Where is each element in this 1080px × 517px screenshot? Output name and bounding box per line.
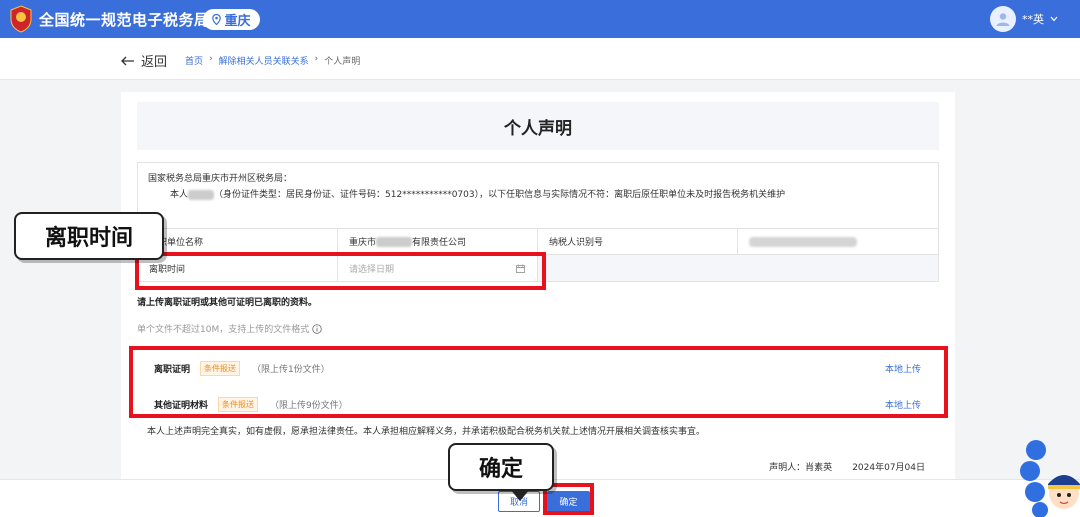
location-pin-icon xyxy=(212,14,222,25)
local-upload-button[interactable]: 本地上传 xyxy=(885,362,921,375)
employer-value: 重庆市 有限责任公司 xyxy=(338,229,538,254)
user-icon xyxy=(996,13,1010,26)
employer-prefix: 重庆市 xyxy=(349,238,377,248)
calendar-icon xyxy=(516,264,525,273)
callout-confirm: 确定 xyxy=(448,443,554,501)
file-hint: （限上传9份文件） xyxy=(270,400,348,411)
site-title: 全国统一规范电子税务局 xyxy=(39,11,210,29)
redacted-name xyxy=(188,189,215,200)
region-selector[interactable]: 重庆 xyxy=(203,9,260,30)
local-upload-button[interactable]: 本地上传 xyxy=(885,398,921,411)
redacted-company xyxy=(376,236,413,247)
declaration-date: 2024年07月04日 xyxy=(852,463,925,473)
signature-block: 声明人：肖素英 2024年07月04日 xyxy=(769,460,925,473)
breadcrumb-unbind[interactable]: 解除相关人员关联关系 xyxy=(219,54,309,67)
user-menu[interactable]: **英 xyxy=(990,6,1058,32)
statement-body: 本人 （身份证件类型：居民身份证、证件号码：512***********0703）… xyxy=(148,187,928,203)
breadcrumb-current: 个人声明 xyxy=(324,57,361,67)
arrow-left-icon xyxy=(121,56,134,65)
status-badge: 条件报送 xyxy=(218,396,259,412)
assistant-mascot[interactable] xyxy=(1018,438,1080,517)
redacted-taxid xyxy=(749,236,857,247)
declarant: 声明人：肖素英 xyxy=(769,463,833,473)
leave-time-label: 离职时间 xyxy=(138,255,338,281)
table-row: 离职时间 请选择日期 xyxy=(137,255,939,282)
breadcrumb-separator: › xyxy=(314,54,319,64)
empty-cell xyxy=(538,255,938,281)
employment-table: 任职单位名称 重庆市 有限责任公司 纳税人识别号 离职时间 请选择日期 xyxy=(137,228,939,282)
employer-suffix: 有限责任公司 xyxy=(412,238,467,248)
statement-text: 国家税务总局重庆市开州区税务局： 本人 （身份证件类型：居民身份证、证件号码：51… xyxy=(137,162,939,228)
confirm-button[interactable]: 确定 xyxy=(547,491,590,512)
tax-emblem-icon xyxy=(10,5,32,33)
file-name: 离职证明 xyxy=(154,364,191,375)
file-name: 其他证明材料 xyxy=(154,400,209,411)
upload-row-other-proof: 其他证明材料 条件报送 （限上传9份文件） 本地上传 xyxy=(137,388,939,420)
callout-leave-time: 离职时间 xyxy=(14,212,164,260)
date-placeholder: 请选择日期 xyxy=(349,264,395,275)
statement-suffix: （身份证件类型：居民身份证、证件号码：512***********0703），以… xyxy=(214,190,786,200)
leave-date-picker[interactable]: 请选择日期 xyxy=(338,255,538,281)
top-header: 全国统一规范电子税务局 重庆 **英 xyxy=(0,0,1080,38)
avatar xyxy=(990,6,1016,32)
upload-notice: 请上传离职证明或其他可证明已离职的资料。 xyxy=(137,298,318,308)
upload-limit-text: 单个文件不超过10M，支持上传的文件格式 xyxy=(137,325,310,335)
region-label: 重庆 xyxy=(224,14,251,29)
taxid-value xyxy=(738,229,938,254)
employer-label: 任职单位名称 xyxy=(138,229,338,254)
chevron-down-icon xyxy=(1050,16,1058,22)
file-hint: （限上传1份文件） xyxy=(252,364,330,375)
page-title: 个人声明 xyxy=(137,102,939,150)
back-button[interactable]: 返回 xyxy=(121,51,167,70)
mascot-icon xyxy=(1020,440,1080,517)
breadcrumb-home[interactable]: 首页 xyxy=(185,54,203,67)
upload-row-leave-cert: 离职证明 条件报送 （限上传1份文件） 本地上传 xyxy=(137,352,939,384)
breadcrumb: 首页 › 解除相关人员关联关系 › 个人声明 xyxy=(185,54,360,67)
statement-addressee: 国家税务总局重庆市开州区税务局： xyxy=(148,174,293,184)
back-label: 返回 xyxy=(141,55,168,70)
info-icon[interactable] xyxy=(312,323,322,334)
upload-limit: 单个文件不超过10M，支持上传的文件格式 xyxy=(137,322,322,335)
upload-list: 离职证明 条件报送 （限上传1份文件） 本地上传 其他证明材料 条件报送 （限上… xyxy=(137,352,939,420)
taxid-label: 纳税人识别号 xyxy=(538,229,738,254)
statement-prefix: 本人 xyxy=(170,190,189,200)
breadcrumb-separator: › xyxy=(209,54,213,64)
table-row: 任职单位名称 重庆市 有限责任公司 纳税人识别号 xyxy=(137,228,939,255)
user-name: **英 xyxy=(1022,13,1044,26)
declaration-promise: 本人上述声明完全真实，如有虚假，愿承担法律责任。本人承担相应解释义务，并承诺积极… xyxy=(147,427,706,437)
status-badge: 条件报送 xyxy=(200,360,241,376)
breadcrumb-bar: 返回 首页 › 解除相关人员关联关系 › 个人声明 xyxy=(0,38,1080,80)
